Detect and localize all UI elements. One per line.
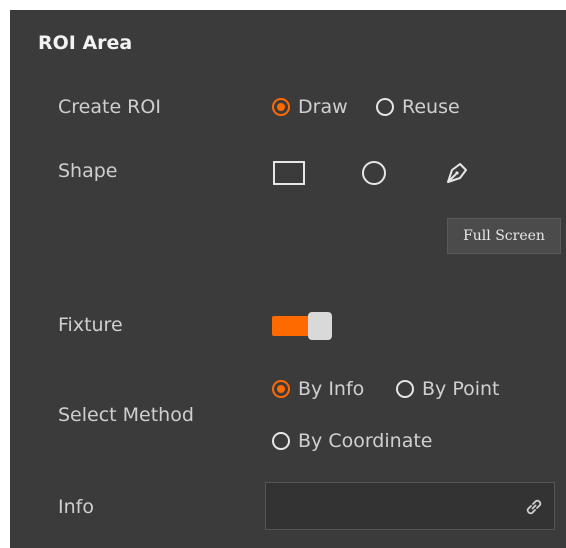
- radio-draw[interactable]: Draw: [272, 96, 348, 118]
- radio-by-point[interactable]: By Point: [396, 378, 500, 400]
- radio-by-point-indicator: [396, 380, 414, 398]
- circle-icon[interactable]: [360, 159, 388, 191]
- radio-by-info[interactable]: By Info: [272, 378, 364, 400]
- radio-by-coordinate-indicator: [272, 432, 290, 450]
- fixture-label: Fixture: [58, 314, 123, 336]
- link-icon[interactable]: [522, 495, 546, 519]
- radio-by-info-indicator: [272, 380, 290, 398]
- full-screen-tooltip: Full Screen: [447, 218, 561, 254]
- radio-draw-indicator: [272, 98, 290, 116]
- radio-by-point-label: By Point: [422, 378, 500, 400]
- radio-reuse[interactable]: Reuse: [376, 96, 460, 118]
- section-title: ROI Area: [38, 32, 133, 54]
- polygon-pen-icon[interactable]: [442, 158, 472, 192]
- radio-reuse-label: Reuse: [402, 96, 460, 118]
- select-method-label: Select Method: [58, 404, 194, 426]
- shape-label: Shape: [58, 160, 118, 182]
- radio-draw-label: Draw: [298, 96, 348, 118]
- radio-by-info-label: By Info: [298, 378, 365, 400]
- info-label: Info: [58, 496, 94, 518]
- radio-reuse-indicator: [376, 98, 394, 116]
- rectangle-icon[interactable]: [272, 160, 306, 190]
- info-input[interactable]: [265, 482, 555, 530]
- roi-area-panel: ROI Area Create ROI Draw Reuse Shape Ful…: [10, 10, 566, 548]
- radio-by-coordinate-label: By Coordinate: [298, 430, 433, 452]
- fixture-toggle-knob: [308, 312, 332, 340]
- radio-by-coordinate[interactable]: By Coordinate: [272, 430, 432, 452]
- fixture-toggle[interactable]: [272, 312, 332, 340]
- create-roi-label: Create ROI: [58, 96, 161, 118]
